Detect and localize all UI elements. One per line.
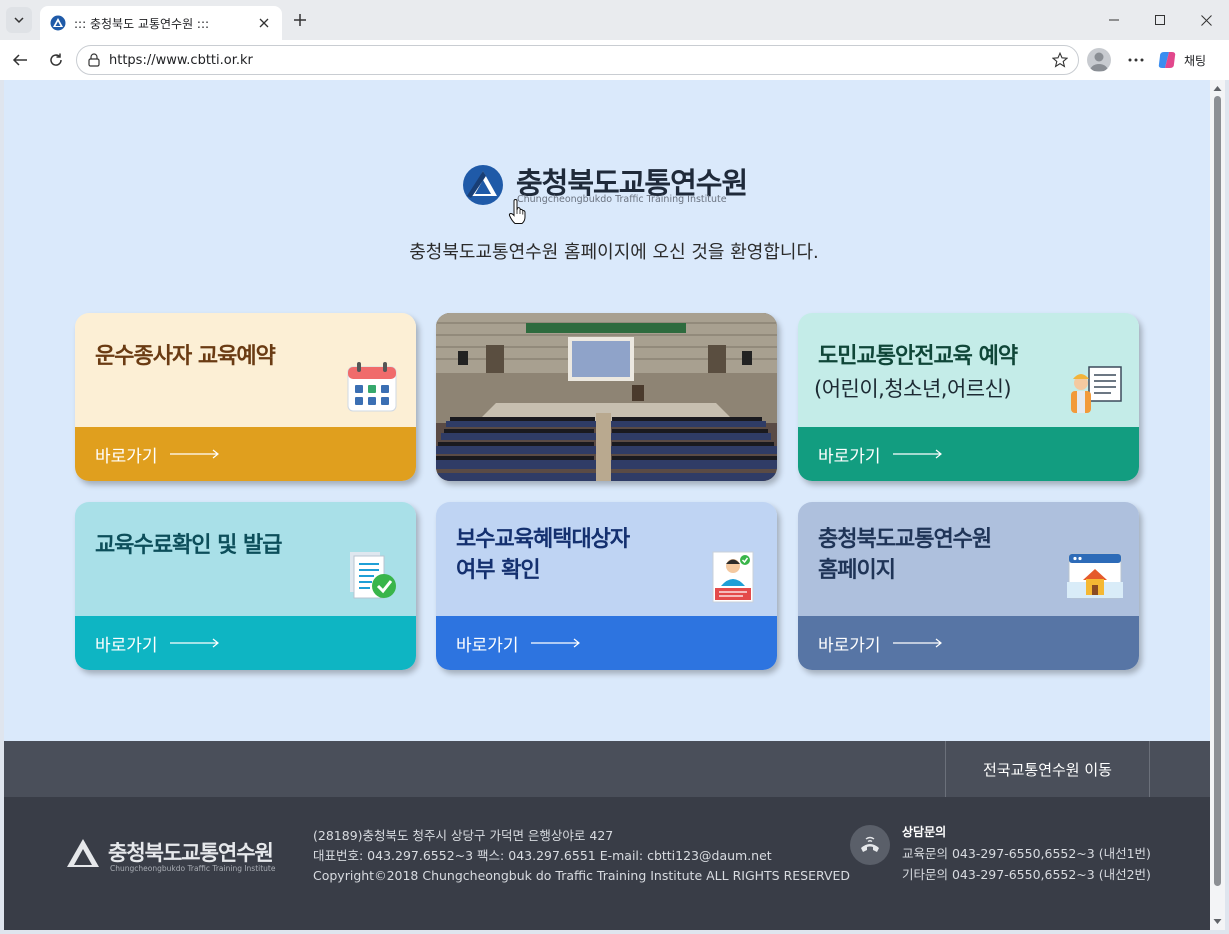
footer-contact: 상담문의 교육문의 043-297-6550,6552~3 (내선1번) 기타문…: [902, 822, 1151, 885]
arrow-right-icon: [530, 638, 580, 648]
card-top: 도민교통안전교육 예약 (어린이,청소년,어르신): [798, 313, 1139, 427]
person-icon: [1090, 52, 1108, 71]
copilot-chat-button[interactable]: 채팅: [1156, 46, 1222, 74]
favorite-star-icon[interactable]: [1046, 46, 1074, 74]
card-go-link[interactable]: 바로가기: [436, 616, 777, 670]
browser-tab-bar: ::: 충청북도 교통연수원 :::: [0, 0, 1229, 40]
footer-logo-icon: [67, 839, 99, 867]
profile-avatar[interactable]: [1087, 48, 1111, 72]
footer-address: (28189)충청북도 청주시 상당구 가덕면 은행상야로 427: [313, 828, 614, 843]
card-refresher-education-eligibility[interactable]: 보수교육혜택대상자 여부 확인 바로가기: [436, 502, 777, 670]
minimize-button[interactable]: [1091, 0, 1137, 40]
calendar-icon: [347, 362, 397, 412]
card-institute-homepage[interactable]: 충청북도교통연수원 홈페이지 바로가기: [798, 502, 1139, 670]
maximize-icon: [1155, 15, 1165, 25]
url-text[interactable]: https://www.cbtti.or.kr: [109, 53, 1046, 68]
lecture-hall-image: [436, 313, 777, 481]
card-go-link[interactable]: 바로가기: [798, 427, 1139, 481]
page-viewport: 충청북도교통연수원 Chungcheongbukdo Traffic Train…: [4, 80, 1210, 930]
arrow-right-icon: [892, 638, 942, 648]
contact-education: 교육문의 043-297-6550,6552~3 (내선1번): [902, 846, 1151, 861]
browser-toolbar: https://www.cbtti.or.kr 채팅: [0, 40, 1229, 80]
phone-icon: [850, 825, 890, 865]
refresh-icon: [50, 53, 62, 66]
card-go-link[interactable]: 바로가기: [798, 616, 1139, 670]
instructor-board-icon: [1071, 366, 1122, 413]
card-top: 충청북도교통연수원 홈페이지: [798, 502, 1139, 616]
card-citizen-safety-education-reservation[interactable]: 도민교통안전교육 예약 (어린이,청소년,어르신) 바로가기: [798, 313, 1139, 481]
close-icon: [1200, 14, 1212, 26]
logo-english-name: Chungcheongbukdo Traffic Training Instit…: [517, 194, 727, 205]
national-institutes-link[interactable]: 전국교통연수원 이동: [945, 741, 1150, 797]
page-scrollbar[interactable]: [1210, 80, 1225, 930]
card-go-link[interactable]: 바로가기: [75, 616, 416, 670]
site-logo[interactable]: 충청북도교통연수원 Chungcheongbukdo Traffic Train…: [460, 160, 760, 210]
address-bar[interactable]: https://www.cbtti.or.kr: [76, 45, 1079, 75]
minimize-icon: [1109, 19, 1119, 21]
footer-phone-line: 대표번호: 043.297.6552~3 팩스: 043.297.6551 E-…: [313, 848, 772, 863]
card-title-line2: 여부 확인: [456, 558, 541, 583]
document-check-icon: [350, 552, 396, 599]
scrollbar-thumb[interactable]: [1214, 96, 1221, 886]
scroll-up-arrow-icon[interactable]: [1213, 84, 1222, 93]
arrow-right-icon: [169, 638, 219, 648]
arrow-left-icon: [12, 54, 27, 66]
close-tab-icon[interactable]: [256, 15, 272, 31]
footer-info: (28189)충청북도 청주시 상당구 가덕면 은행상야로 427 대표번호: …: [313, 826, 850, 886]
copilot-label: 채팅: [1184, 53, 1207, 68]
go-link-label: 바로가기: [818, 635, 881, 656]
footer-logo-korean-name: 충청북도교통연수원: [108, 841, 274, 865]
contact-heading: 상담문의: [902, 825, 947, 839]
card-title: 운수종사자 교육예약: [95, 344, 276, 369]
contact-other: 기타문의 043-297-6550,6552~3 (내선2번): [902, 867, 1151, 882]
footer-nav-bar: 전국교통연수원 이동: [4, 741, 1210, 797]
chevron-down-icon: [14, 17, 24, 24]
arrow-right-icon: [892, 449, 942, 459]
card-title: 충청북도교통연수원 홈페이지: [818, 524, 992, 586]
tab-title: ::: 충청북도 교통연수원 :::: [74, 16, 210, 31]
go-link-label: 바로가기: [95, 446, 158, 467]
footer-logo-english-name: Chungcheongbukdo Traffic Training Instit…: [110, 864, 276, 873]
card-top: 교육수료확인 및 발급: [75, 502, 416, 616]
card-subtitle: (어린이,청소년,어르신): [814, 377, 1012, 401]
tab-list-button[interactable]: [6, 7, 32, 33]
id-card-icon: [712, 551, 754, 603]
card-go-link[interactable]: 바로가기: [75, 427, 416, 481]
card-title: 보수교육혜택대상자 여부 확인: [456, 524, 630, 586]
arrow-right-icon: [169, 449, 219, 459]
card-driver-education-reservation[interactable]: 운수종사자 교육예약 바로가기: [75, 313, 416, 481]
plus-icon: [294, 14, 306, 26]
scroll-down-arrow-icon[interactable]: [1213, 917, 1222, 926]
card-title-line2: 홈페이지: [818, 558, 896, 583]
card-completion-certificate[interactable]: 교육수료확인 및 발급 바로가기: [75, 502, 416, 670]
card-title: 도민교통안전교육 예약: [818, 344, 1018, 369]
hand-pointer-cursor-icon: [508, 199, 526, 224]
institute-logo-icon: [463, 165, 503, 205]
more-options-button[interactable]: [1124, 48, 1148, 72]
go-link-label: 바로가기: [818, 446, 881, 467]
card-top: 운수종사자 교육예약: [75, 313, 416, 427]
welcome-message: 충청북도교통연수원 홈페이지에 오신 것을 환영합니다.: [409, 242, 819, 263]
ellipsis-icon: [1128, 58, 1144, 62]
card-title: 교육수료확인 및 발급: [95, 533, 282, 558]
card-title-line1: 충청북도교통연수원: [818, 527, 992, 552]
new-tab-button[interactable]: [289, 9, 311, 31]
go-link-label: 바로가기: [456, 635, 519, 656]
copilot-icon: [1158, 52, 1176, 68]
lock-icon[interactable]: [87, 53, 101, 67]
lecture-hall-photo: [436, 313, 777, 481]
site-favicon-icon: [50, 15, 66, 31]
refresh-button[interactable]: [44, 48, 68, 72]
card-title-line1: 보수교육혜택대상자: [456, 527, 630, 552]
close-window-button[interactable]: [1183, 0, 1229, 40]
go-link-label: 바로가기: [95, 635, 158, 656]
maximize-button[interactable]: [1137, 0, 1183, 40]
card-top: 보수교육혜택대상자 여부 확인: [436, 502, 777, 616]
footer-copyright: Copyright©2018 Chungcheongbuk do Traffic…: [313, 868, 851, 883]
site-footer: 충청북도교통연수원 Chungcheongbukdo Traffic Train…: [4, 797, 1210, 930]
back-button[interactable]: [8, 48, 32, 72]
home-browser-icon: [1067, 553, 1123, 599]
browser-tab-active[interactable]: ::: 충청북도 교통연수원 :::: [40, 6, 282, 40]
